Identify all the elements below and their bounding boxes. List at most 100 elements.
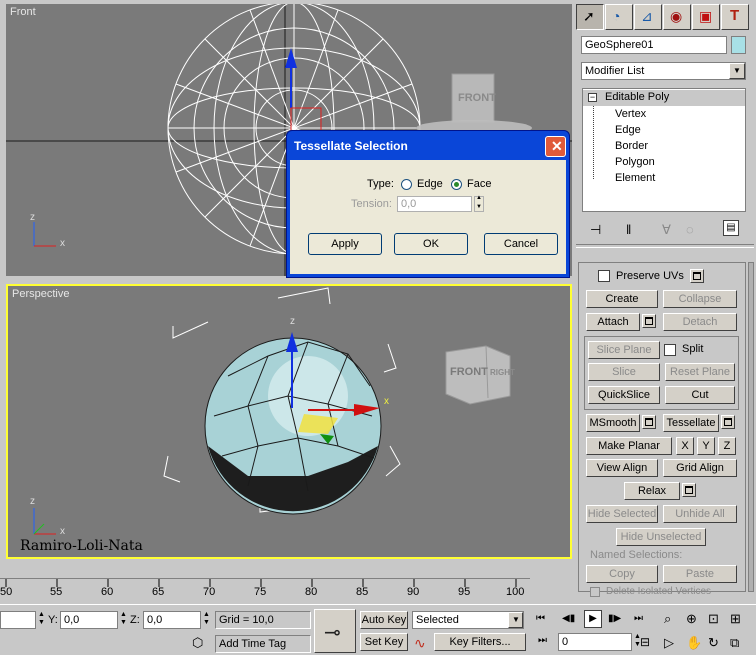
slice-plane-button[interactable]: Slice Plane <box>588 341 660 359</box>
stack-item-vertex[interactable]: Vertex <box>615 108 646 120</box>
modifier-list-dropdown[interactable]: Modifier List <box>581 62 746 80</box>
split-label[interactable]: Split <box>682 343 703 355</box>
set-key-mode-button[interactable]: ⊸ <box>314 609 356 653</box>
copy-button[interactable]: Copy <box>586 565 658 583</box>
next-frame-icon[interactable]: ▮▶ <box>608 613 626 631</box>
relax-settings[interactable] <box>682 483 696 497</box>
show-end-result-icon[interactable]: ‖ <box>626 222 631 237</box>
orbit-icon[interactable]: ↻ <box>708 635 726 653</box>
tab-motion[interactable]: ◉ <box>663 4 691 30</box>
zoom-extents-all-icon[interactable]: ⊞ <box>730 611 748 629</box>
preserve-uvs-label[interactable]: Preserve UVs <box>616 270 684 282</box>
tessellate-button[interactable]: Tessellate <box>663 414 719 432</box>
stack-item-edge[interactable]: Edge <box>615 124 641 136</box>
cut-button[interactable]: Cut <box>665 386 735 404</box>
play-icon[interactable]: ▶ <box>584 610 602 628</box>
ok-button[interactable]: OK <box>394 233 468 255</box>
delete-isolated-checkbox[interactable] <box>590 587 600 597</box>
auto-key-button[interactable]: Auto Key <box>360 611 408 629</box>
perspective-viewport[interactable]: Perspective x z z x FRONT RIGHT Ramiro-L… <box>6 284 572 559</box>
tab-hierarchy[interactable]: ⊿ <box>634 4 662 30</box>
previous-frame-icon[interactable]: ◀▮ <box>562 613 580 631</box>
make-unique-icon[interactable]: ∀ <box>662 222 671 238</box>
delete-isolated-label[interactable]: Delete Isolated Vertices <box>606 586 711 597</box>
detach-button[interactable]: Detach <box>663 313 737 331</box>
radio-face-label[interactable]: Face <box>467 178 491 190</box>
tangent-icon[interactable]: ∿ <box>414 635 426 652</box>
set-key-button[interactable]: Set Key <box>360 633 408 651</box>
msmooth-button[interactable]: MSmooth <box>586 414 640 432</box>
stack-item-border[interactable]: Border <box>615 140 648 152</box>
zoom-icon[interactable]: ⌕ <box>664 611 682 629</box>
create-button[interactable]: Create <box>586 290 658 308</box>
go-to-end-icon[interactable]: ⏭ <box>634 613 652 631</box>
preserve-uvs-settings[interactable] <box>690 269 704 283</box>
radio-edge[interactable] <box>401 179 412 190</box>
tab-display[interactable]: ▣ <box>692 4 720 30</box>
key-mode-toggle-icon[interactable]: ⏭ <box>538 635 556 653</box>
y-spinner-icon[interactable]: ▲ ▼ <box>120 611 127 627</box>
collapse-button[interactable]: Collapse <box>663 290 737 308</box>
command-panel-scrollbar[interactable] <box>748 262 754 592</box>
view-align-button[interactable]: View Align <box>586 459 658 477</box>
tab-utilities[interactable]: T <box>721 4 749 30</box>
cancel-button[interactable]: Cancel <box>484 233 558 255</box>
remove-modifier-icon[interactable]: ◌ <box>686 222 694 237</box>
zoom-extents-icon[interactable]: ⊡ <box>708 611 726 629</box>
persp-viewcube-label[interactable]: FRONT <box>450 366 488 378</box>
tab-create[interactable]: ➚ <box>576 4 604 30</box>
modifier-list-arrow[interactable]: ▼ <box>729 63 745 79</box>
y-coordinate-input[interactable]: 0,0 <box>60 611 118 629</box>
relax-button[interactable]: Relax <box>624 482 680 500</box>
maximize-viewport-icon[interactable]: ⧉ <box>730 635 748 653</box>
front-viewcube-label[interactable]: FRONT <box>458 92 496 104</box>
dialog-close-button[interactable]: ✕ <box>545 136 566 157</box>
tension-spinner[interactable]: ▲ ▼ <box>474 195 484 212</box>
key-filters-button[interactable]: Key Filters... <box>434 633 526 651</box>
go-to-start-icon[interactable]: ⏮ <box>536 613 554 631</box>
key-selection-arrow[interactable]: ▼ <box>508 612 523 628</box>
pan-icon[interactable]: ✋ <box>686 635 704 653</box>
z-spinner-icon[interactable]: ▲ ▼ <box>203 611 210 627</box>
quickslice-button[interactable]: QuickSlice <box>588 386 660 404</box>
add-time-tag-field[interactable]: Add Time Tag <box>215 635 311 653</box>
hide-selected-button[interactable]: Hide Selected <box>586 505 658 523</box>
radio-edge-label[interactable]: Edge <box>417 178 443 190</box>
grid-align-button[interactable]: Grid Align <box>663 459 737 477</box>
tension-input[interactable]: 0,0 <box>397 196 472 212</box>
split-checkbox[interactable] <box>664 344 676 356</box>
preserve-uvs-checkbox[interactable] <box>598 270 610 282</box>
pin-stack-icon[interactable]: ⊣ <box>590 222 601 238</box>
hide-unselected-button[interactable]: Hide Unselected <box>616 528 706 546</box>
time-tag-icon[interactable]: ⬡ <box>192 635 203 651</box>
current-frame-input[interactable]: 0 <box>558 633 632 651</box>
stack-item-element[interactable]: Element <box>615 172 655 184</box>
z-coordinate-input[interactable]: 0,0 <box>143 611 201 629</box>
persp-viewcube-side-label[interactable]: RIGHT <box>490 368 515 377</box>
tessellate-settings[interactable] <box>721 415 735 429</box>
planar-x-button[interactable]: X <box>676 437 694 455</box>
zoom-all-icon[interactable]: ⊕ <box>686 611 704 629</box>
reset-plane-button[interactable]: Reset Plane <box>665 363 735 381</box>
x-spinner-icon[interactable]: ▲ ▼ <box>38 611 45 627</box>
slice-button[interactable]: Slice <box>588 363 660 381</box>
tab-modify[interactable]: ◔ <box>605 4 633 30</box>
configure-sets-icon[interactable]: ▤ <box>723 220 739 236</box>
x-coordinate-input[interactable] <box>0 611 36 629</box>
time-config-icon[interactable]: ⊟ <box>640 635 658 653</box>
field-of-view-icon[interactable]: ▷ <box>664 635 682 653</box>
apply-button[interactable]: Apply <box>308 233 382 255</box>
attach-settings[interactable] <box>642 314 656 328</box>
make-planar-button[interactable]: Make Planar <box>586 437 672 455</box>
paste-button[interactable]: Paste <box>663 565 737 583</box>
planar-y-button[interactable]: Y <box>697 437 715 455</box>
object-color-swatch[interactable] <box>731 36 746 54</box>
msmooth-settings[interactable] <box>642 415 656 429</box>
unhide-all-button[interactable]: Unhide All <box>663 505 737 523</box>
planar-z-button[interactable]: Z <box>718 437 736 455</box>
stack-item-polygon[interactable]: Polygon <box>615 156 655 168</box>
radio-face[interactable] <box>451 179 462 190</box>
attach-button[interactable]: Attach <box>586 313 640 331</box>
object-name-input[interactable]: GeoSphere01 <box>581 36 727 54</box>
stack-root-row[interactable]: − Editable Poly <box>583 90 745 106</box>
